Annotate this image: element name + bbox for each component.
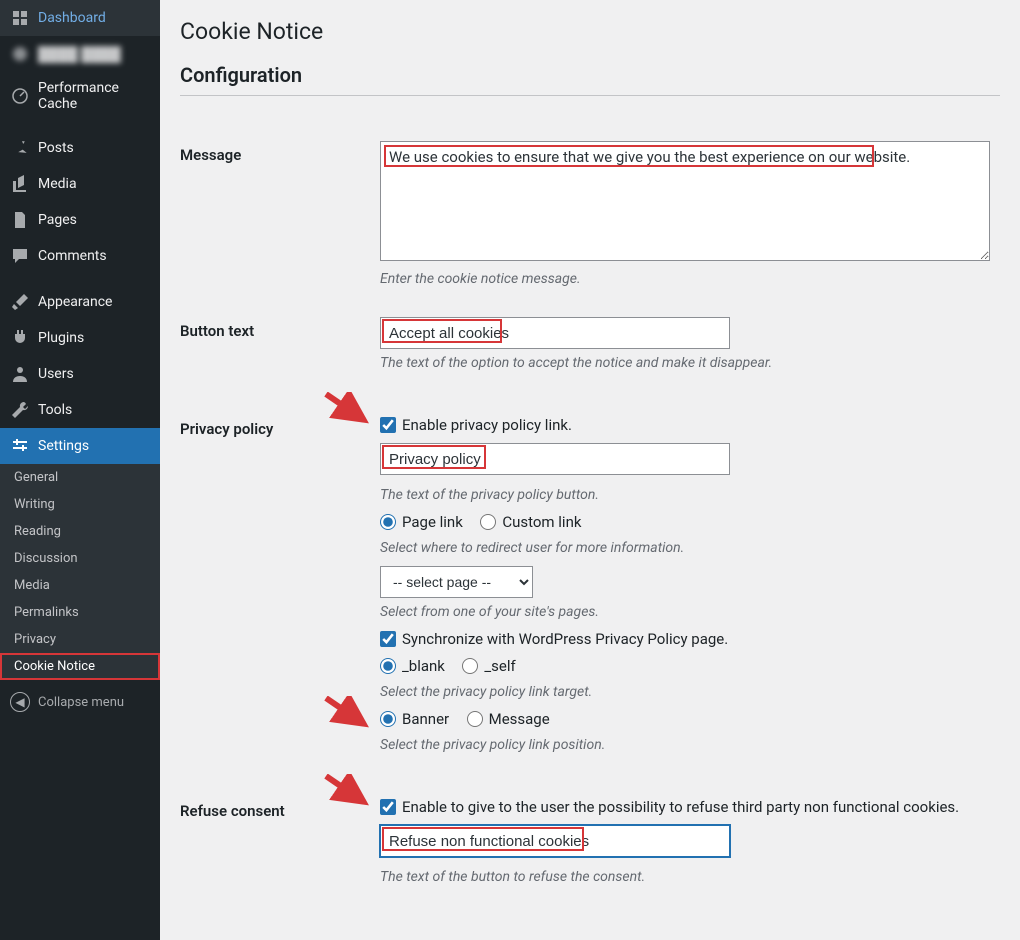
privacy-text-input[interactable] bbox=[380, 443, 730, 475]
divider bbox=[180, 95, 1000, 96]
sidebar-item-performance-cache[interactable]: Performance Cache bbox=[0, 72, 160, 120]
button-text-desc: The text of the option to accept the not… bbox=[380, 355, 1000, 371]
sidebar-item-blurred-item[interactable]: ████ ████ bbox=[0, 36, 160, 72]
sidebar-item-comments[interactable]: Comments bbox=[0, 238, 160, 274]
sync-checkbox[interactable]: Synchronize with WordPress Privacy Polic… bbox=[380, 630, 728, 648]
plug-icon bbox=[10, 328, 30, 348]
radio-message[interactable]: Message bbox=[467, 710, 550, 728]
message-textarea[interactable]: We use cookies to ensure that we give yo… bbox=[380, 141, 990, 261]
page-select[interactable]: -- select page -- bbox=[380, 566, 533, 598]
collapse-icon: ◀ bbox=[10, 692, 30, 712]
sidebar-sub-discussion[interactable]: Discussion bbox=[0, 545, 160, 572]
blurred-icon bbox=[10, 44, 30, 64]
select-desc: Select from one of your site's pages. bbox=[380, 604, 1000, 620]
sidebar-sub-permalinks[interactable]: Permalinks bbox=[0, 599, 160, 626]
label-button-text: Button text bbox=[180, 302, 380, 386]
sidebar-item-settings[interactable]: Settings bbox=[0, 428, 160, 464]
privacy-enable-checkbox[interactable]: Enable privacy policy link. bbox=[380, 416, 572, 434]
radio-self[interactable]: _self bbox=[462, 657, 515, 675]
page-icon bbox=[10, 210, 30, 230]
pos-desc: Select the privacy policy link position. bbox=[380, 737, 1000, 753]
pin-icon bbox=[10, 138, 30, 158]
media-icon bbox=[10, 174, 30, 194]
comment-icon bbox=[10, 246, 30, 266]
link-src-desc: Select where to redirect user for more i… bbox=[380, 540, 1000, 556]
refuse-text-desc: The text of the button to refuse the con… bbox=[380, 869, 1000, 885]
sidebar-sub-general[interactable]: General bbox=[0, 464, 160, 491]
page-title: Cookie Notice bbox=[180, 18, 1000, 45]
checkbox-enable-privacy[interactable] bbox=[380, 417, 396, 433]
sidebar-item-users[interactable]: Users bbox=[0, 356, 160, 392]
sidebar-sub-writing[interactable]: Writing bbox=[0, 491, 160, 518]
arrow-icon bbox=[324, 774, 370, 808]
radio-page-link[interactable]: Page link bbox=[380, 513, 463, 531]
sidebar-item-tools[interactable]: Tools bbox=[0, 392, 160, 428]
gauge-icon bbox=[10, 86, 30, 106]
sidebar-item-pages[interactable]: Pages bbox=[0, 202, 160, 238]
sidebar-sub-reading[interactable]: Reading bbox=[0, 518, 160, 545]
collapse-label: Collapse menu bbox=[38, 695, 124, 710]
privacy-text-desc: The text of the privacy policy button. bbox=[380, 487, 1000, 503]
sidebar-sub-cookie-notice[interactable]: Cookie Notice bbox=[0, 653, 160, 680]
user-icon bbox=[10, 364, 30, 384]
sidebar-item-appearance[interactable]: Appearance bbox=[0, 284, 160, 320]
label-message: Message bbox=[180, 126, 380, 302]
brush-icon bbox=[10, 292, 30, 312]
sliders-icon bbox=[10, 436, 30, 456]
arrow-icon bbox=[324, 392, 370, 426]
section-title: Configuration bbox=[180, 63, 1000, 87]
sidebar-item-dashboard[interactable]: Dashboard bbox=[0, 0, 160, 36]
sidebar-sub-privacy[interactable]: Privacy bbox=[0, 626, 160, 653]
sidebar-item-media[interactable]: Media bbox=[0, 166, 160, 202]
arrow-icon bbox=[324, 696, 370, 730]
sidebar-item-posts[interactable]: Posts bbox=[0, 130, 160, 166]
wrench-icon bbox=[10, 400, 30, 420]
refuse-enable-checkbox[interactable]: Enable to give to the user the possibili… bbox=[380, 798, 959, 816]
target-desc: Select the privacy policy link target. bbox=[380, 684, 1000, 700]
radio-banner[interactable]: Banner bbox=[380, 710, 449, 728]
message-desc: Enter the cookie notice message. bbox=[380, 271, 1000, 287]
settings-form: Message We use cookies to ensure that we… bbox=[180, 126, 1000, 900]
button-text-input[interactable] bbox=[380, 317, 730, 349]
collapse-menu[interactable]: ◀ Collapse menu bbox=[0, 684, 160, 720]
sidebar-sub-media[interactable]: Media bbox=[0, 572, 160, 599]
sidebar-item-plugins[interactable]: Plugins bbox=[0, 320, 160, 356]
radio-custom-link[interactable]: Custom link bbox=[480, 513, 581, 531]
radio-blank[interactable]: _blank bbox=[380, 657, 445, 675]
admin-sidebar: Dashboard████ ████Performance Cache Post… bbox=[0, 0, 160, 940]
content-area: Cookie Notice Configuration Message We u… bbox=[160, 0, 1020, 940]
dash-icon bbox=[10, 8, 30, 28]
refuse-text-input[interactable] bbox=[380, 825, 730, 857]
